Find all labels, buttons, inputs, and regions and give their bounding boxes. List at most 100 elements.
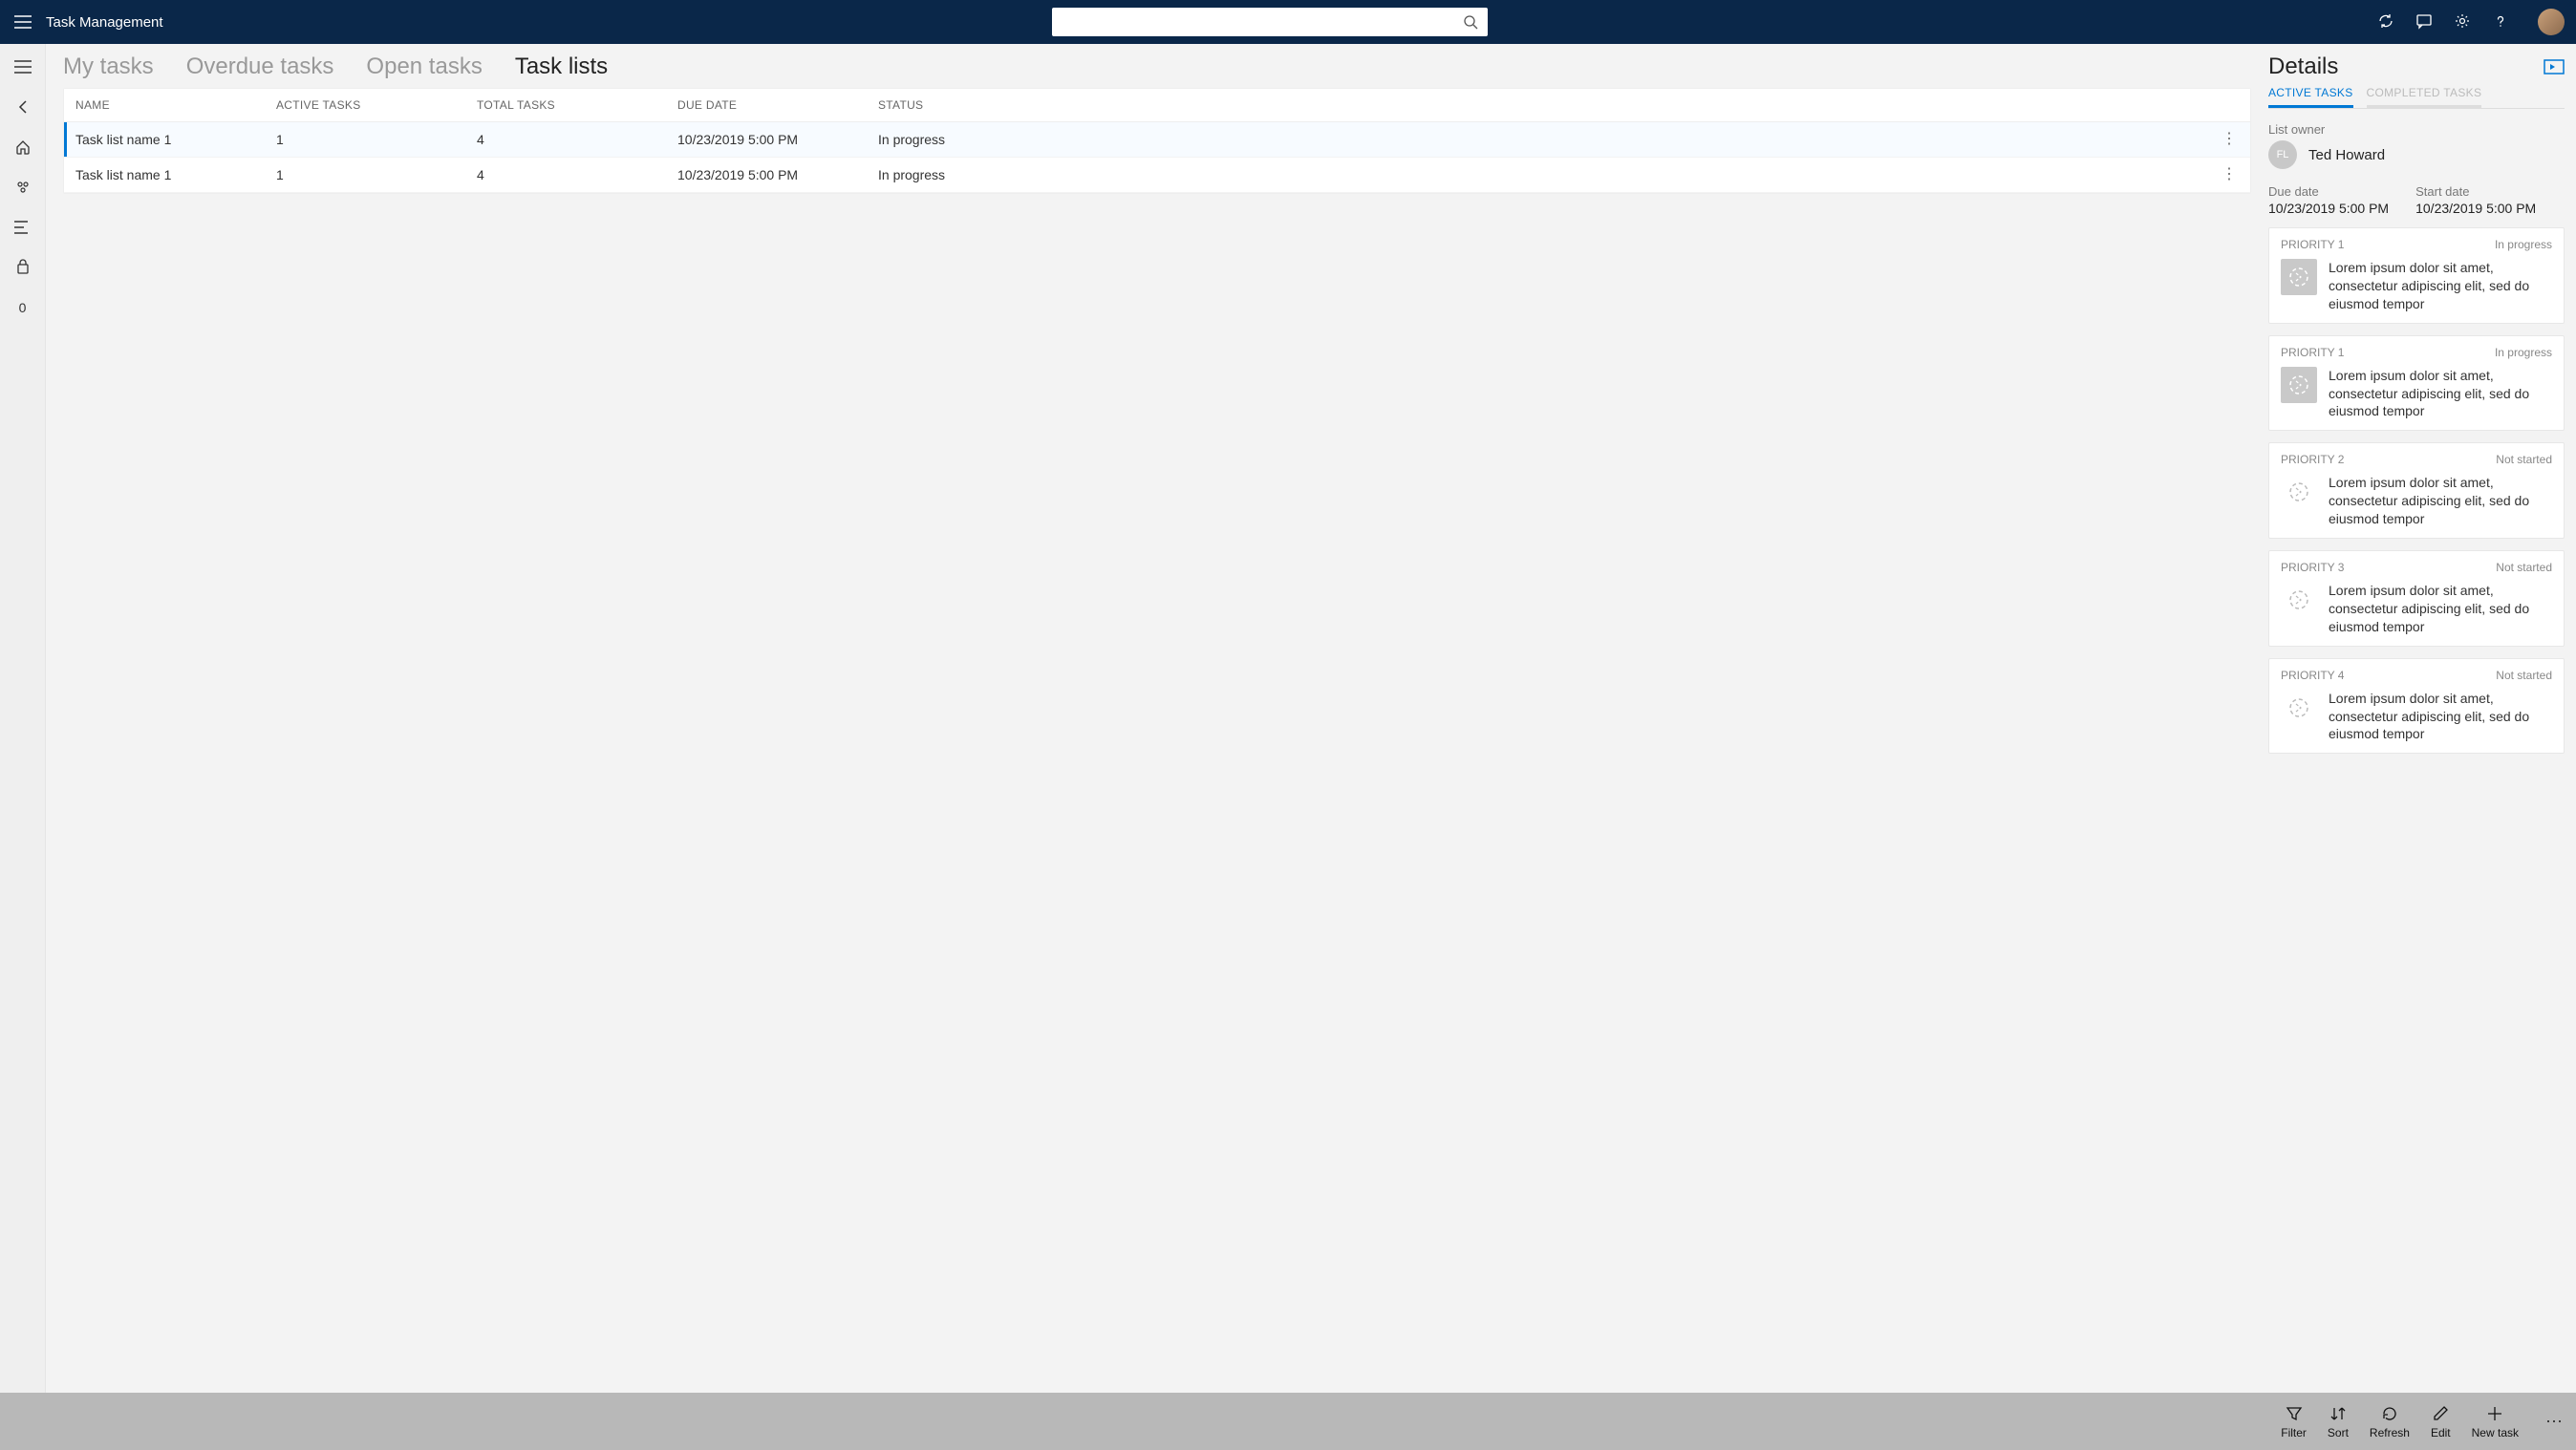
row-more-icon[interactable]: ⋮ xyxy=(2220,171,2239,179)
task-thumb-icon xyxy=(2281,582,2317,618)
bag-icon[interactable] xyxy=(11,256,34,279)
rail-hamburger-icon[interactable] xyxy=(11,55,34,78)
owner-monogram: FL xyxy=(2268,140,2297,169)
start-date-label: Start date xyxy=(2415,184,2536,199)
modules-icon[interactable] xyxy=(11,176,34,199)
task-description: Lorem ipsum dolor sit amet, consectetur … xyxy=(2329,690,2552,744)
details-tabs: ACTIVE TASKS COMPLETED TASKS xyxy=(2268,86,2565,109)
details-tab-active[interactable]: ACTIVE TASKS xyxy=(2268,86,2353,108)
col-header-status[interactable]: STATUS xyxy=(878,98,2220,112)
details-panel: Details ACTIVE TASKS COMPLETED TASKS Lis… xyxy=(2268,44,2576,1393)
details-tab-completed[interactable]: COMPLETED TASKS xyxy=(2367,86,2482,108)
refresh-icon xyxy=(2380,1403,2399,1424)
task-description: Lorem ipsum dolor sit amet, consectetur … xyxy=(2329,367,2552,421)
task-thumb-icon xyxy=(2281,474,2317,510)
task-thumb-icon xyxy=(2281,367,2317,403)
new-task-button[interactable]: New task xyxy=(2472,1403,2519,1439)
task-lists-table: NAME ACTIVE TASKS TOTAL TASKS DUE DATE S… xyxy=(63,88,2251,194)
cell-total: 4 xyxy=(477,132,677,147)
owner-row: FL Ted Howard xyxy=(2268,140,2565,169)
task-status: Not started xyxy=(2496,669,2552,682)
hamburger-icon[interactable] xyxy=(11,11,34,33)
filter-icon xyxy=(2285,1403,2304,1424)
cell-status: In progress xyxy=(878,167,2220,182)
chat-icon[interactable] xyxy=(2415,12,2435,32)
edit-label: Edit xyxy=(2431,1426,2451,1439)
cell-due: 10/23/2019 5:00 PM xyxy=(677,167,878,182)
task-status: In progress xyxy=(2495,346,2552,359)
cell-status: In progress xyxy=(878,132,2220,147)
refresh-label: Refresh xyxy=(2370,1426,2410,1439)
task-thumb-icon xyxy=(2281,259,2317,295)
task-description: Lorem ipsum dolor sit amet, consectetur … xyxy=(2329,474,2552,528)
start-date-value: 10/23/2019 5:00 PM xyxy=(2415,201,2536,216)
table-row[interactable]: Task list name 1 1 4 10/23/2019 5:00 PM … xyxy=(64,122,2250,158)
task-card[interactable]: PRIORITY 4Not startedLorem ipsum dolor s… xyxy=(2268,658,2565,755)
task-card[interactable]: PRIORITY 3 Not started Lorem ipsum dolor s… xyxy=(2268,550,2565,647)
plus-icon xyxy=(2485,1403,2504,1424)
refresh-button[interactable]: Refresh xyxy=(2370,1403,2410,1439)
app-title: Task Management xyxy=(46,14,163,31)
edit-icon xyxy=(2431,1403,2450,1424)
cell-active: 1 xyxy=(276,167,477,182)
cell-name: Task list name 1 xyxy=(75,132,276,147)
details-title: Details xyxy=(2268,53,2338,80)
edit-button[interactable]: Edit xyxy=(2431,1403,2451,1439)
owner-name: Ted Howard xyxy=(2308,147,2385,163)
gear-icon[interactable] xyxy=(2454,12,2473,32)
table-row[interactable]: Task list name 1 1 4 10/23/2019 5:00 PM … xyxy=(64,158,2250,193)
filter-button[interactable]: Filter xyxy=(2281,1403,2307,1439)
task-thumb-icon xyxy=(2281,690,2317,726)
global-search[interactable] xyxy=(1052,8,1488,36)
task-card[interactable]: PRIORITY 1 In progress Lorem ipsum dolor s… xyxy=(2268,335,2565,432)
search-icon[interactable] xyxy=(1463,14,1478,30)
col-header-active[interactable]: ACTIVE TASKS xyxy=(276,98,477,112)
main-panel: My tasks Overdue tasks Open tasks Task l… xyxy=(46,44,2268,1393)
task-priority: PRIORITY 1 xyxy=(2281,346,2344,359)
task-priority: PRIORITY 1 xyxy=(2281,238,2344,251)
task-description: Lorem ipsum dolor sit amet, consectetur … xyxy=(2329,582,2552,636)
back-icon[interactable] xyxy=(11,96,34,118)
tab-overdue-tasks[interactable]: Overdue tasks xyxy=(186,53,334,80)
left-rail: 0 xyxy=(0,44,46,1393)
home-icon[interactable] xyxy=(11,136,34,159)
due-date-label: Due date xyxy=(2268,184,2389,199)
main-tabs: My tasks Overdue tasks Open tasks Task l… xyxy=(63,44,2268,88)
more-icon[interactable]: ⋯ xyxy=(2540,1412,2565,1432)
task-status: Not started xyxy=(2496,561,2552,574)
col-header-name[interactable]: NAME xyxy=(75,98,276,112)
tab-open-tasks[interactable]: Open tasks xyxy=(366,53,482,80)
sort-icon xyxy=(2329,1403,2348,1424)
task-description: Lorem ipsum dolor sit amet, consectetur … xyxy=(2329,259,2552,313)
task-card[interactable]: PRIORITY 1In progressLorem ipsum dolor s… xyxy=(2268,227,2565,324)
help-icon[interactable] xyxy=(2492,12,2511,32)
task-priority: PRIORITY 3 xyxy=(2281,561,2344,574)
search-input[interactable] xyxy=(1062,14,1463,30)
command-bar: Filter Sort Refresh Edit New task ⋯ xyxy=(0,1393,2576,1450)
zero-label: 0 xyxy=(11,296,34,319)
cell-active: 1 xyxy=(276,132,477,147)
sort-button[interactable]: Sort xyxy=(2328,1403,2349,1439)
collapse-icon[interactable] xyxy=(2544,59,2565,75)
tab-task-lists[interactable]: Task lists xyxy=(515,53,608,80)
cell-name: Task list name 1 xyxy=(75,167,276,182)
due-date-value: 10/23/2019 5:00 PM xyxy=(2268,201,2389,216)
cell-due: 10/23/2019 5:00 PM xyxy=(677,132,878,147)
col-header-due[interactable]: DUE DATE xyxy=(677,98,878,112)
row-more-icon[interactable]: ⋮ xyxy=(2220,136,2239,143)
task-status: Not started xyxy=(2496,453,2552,466)
owner-label: List owner xyxy=(2268,122,2565,137)
avatar[interactable] xyxy=(2538,9,2565,35)
new-task-label: New task xyxy=(2472,1426,2519,1439)
task-priority: PRIORITY 2 xyxy=(2281,453,2344,466)
sort-label: Sort xyxy=(2328,1426,2349,1439)
task-card[interactable]: PRIORITY 2 Not started Lorem ipsum dolor s… xyxy=(2268,442,2565,539)
sync-icon[interactable] xyxy=(2377,12,2396,32)
lines-icon[interactable] xyxy=(11,216,34,239)
filter-label: Filter xyxy=(2281,1426,2307,1439)
cell-total: 4 xyxy=(477,167,677,182)
topbar-actions xyxy=(2377,9,2565,35)
top-bar: Task Management xyxy=(0,0,2576,44)
col-header-total[interactable]: TOTAL TASKS xyxy=(477,98,677,112)
tab-my-tasks[interactable]: My tasks xyxy=(63,53,154,80)
